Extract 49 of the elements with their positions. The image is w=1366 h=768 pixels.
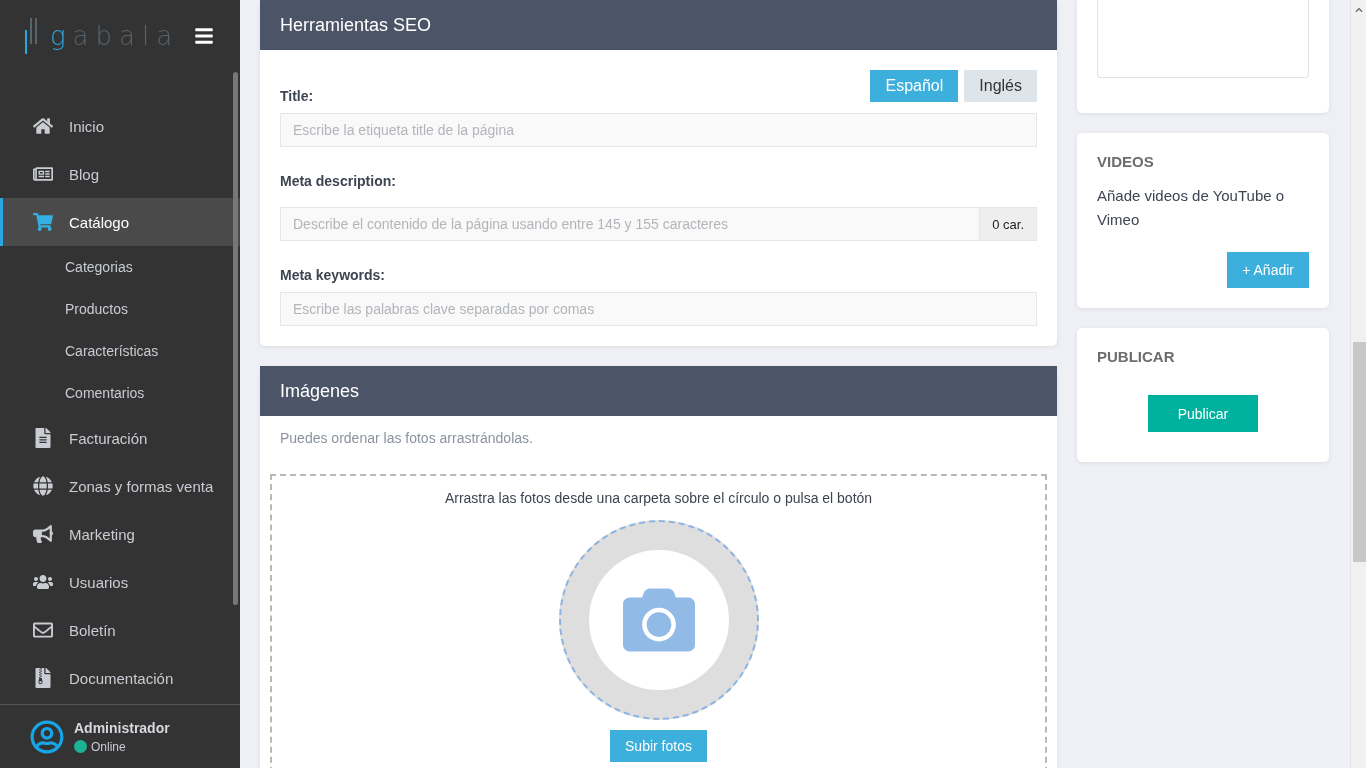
- envelope-icon: [33, 620, 53, 640]
- card-title: PUBLICAR: [1097, 348, 1176, 365]
- language-tab[interactable]: Inglés: [964, 70, 1037, 102]
- zip-file-icon: [33, 668, 53, 688]
- field-label: Meta description:: [280, 173, 397, 189]
- scrollbar[interactable]: [1350, 0, 1366, 768]
- nav-item[interactable]: Documentación: [0, 654, 240, 702]
- nav-subitem[interactable]: Comentarios: [0, 372, 240, 414]
- nav-item[interactable]: Blog: [0, 150, 240, 198]
- nav-item[interactable]: Zonas y formas venta: [0, 462, 240, 510]
- nav-item[interactable]: Catálogo: [0, 198, 240, 246]
- users-icon: [33, 572, 53, 592]
- sidebar-scroll-thumb[interactable]: [233, 72, 238, 605]
- hint-text: Puedes ordenar las fotos arrastrándolas.: [279, 429, 534, 448]
- scrollbar-thumb[interactable]: [1353, 342, 1366, 562]
- nav-item[interactable]: Usuarios: [0, 558, 240, 606]
- input-field[interactable]: Escribe la etiqueta title de la página: [280, 113, 1037, 147]
- character-counter: 0 car.: [980, 207, 1037, 241]
- nav-item[interactable]: Marketing: [0, 510, 240, 558]
- logo-text: gabala: [50, 21, 180, 51]
- cart-icon: [33, 212, 53, 232]
- menu-icon[interactable]: [194, 26, 214, 46]
- newspaper-icon: [33, 164, 53, 184]
- field-label: Title:: [280, 88, 315, 104]
- avatar-icon: [30, 719, 64, 754]
- status-dot: [74, 740, 87, 753]
- card-title: Imágenes: [260, 366, 1057, 416]
- input-field[interactable]: Describe el contenido de la página usando entre 145 y 155 caracteres: [280, 207, 981, 241]
- nav-item[interactable]: Facturación: [0, 414, 240, 462]
- megaphone-icon: [33, 524, 53, 544]
- nav-subitem[interactable]: Categorias: [0, 246, 240, 288]
- logo-mark-icon: [24, 18, 40, 54]
- card-title: Herramientas SEO: [260, 0, 1057, 50]
- nav-subitem[interactable]: Características: [0, 330, 240, 372]
- user-name: Administrador: [74, 719, 170, 736]
- nav-item[interactable]: Inicio: [0, 102, 240, 150]
- globe-icon: [33, 476, 53, 496]
- field-label: Meta keywords:: [280, 267, 387, 283]
- text-area[interactable]: [1097, 0, 1309, 78]
- card-text: Añade videos de YouTube o Vimeo: [1097, 186, 1286, 230]
- input-field[interactable]: Escribe las palabras clave separadas por comas: [280, 292, 1037, 326]
- nav-item[interactable]: Boletín: [0, 606, 240, 654]
- scroll-up-icon[interactable]: [1355, 6, 1363, 14]
- document-icon: [33, 428, 53, 448]
- drop-text: Arrastra las fotos desde una carpeta sobre el círculo o pulsa el botón: [444, 490, 873, 506]
- home-icon: [33, 116, 53, 136]
- nav-subitem[interactable]: Productos: [0, 288, 240, 330]
- user-status: Online: [91, 739, 126, 754]
- card-title: VIDEOS: [1097, 153, 1155, 170]
